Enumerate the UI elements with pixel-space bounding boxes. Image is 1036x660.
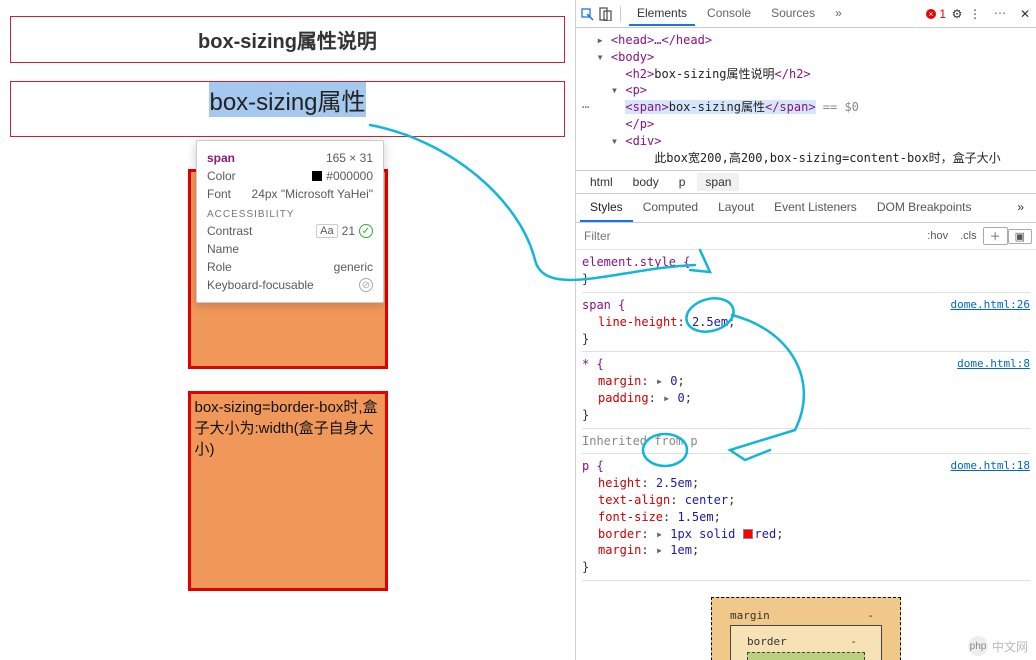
watermark: php 中文网 — [968, 636, 1028, 656]
tooltip-font-value: 24px "Microsoft YaHei" — [252, 187, 373, 201]
error-indicator[interactable]: × 1 — [925, 7, 946, 21]
new-style-button[interactable]: ＋ — [983, 227, 1008, 245]
tab-elements[interactable]: Elements — [629, 2, 695, 26]
tooltip-accessibility-heading: ACCESSIBILITY — [207, 209, 373, 220]
dom-breadcrumbs: html body p span — [576, 171, 1036, 194]
close-icon[interactable]: ✕ — [1018, 7, 1032, 21]
tooltip-contrast-label: Contrast — [207, 224, 252, 238]
subtab-layout[interactable]: Layout — [708, 194, 764, 222]
menu-icon[interactable]: ⋮ — [968, 7, 982, 21]
crumb-html[interactable]: html — [582, 173, 621, 191]
source-link-span[interactable]: dome.html:26 — [951, 297, 1030, 312]
gear-icon[interactable]: ⚙ — [950, 7, 964, 21]
device-icon[interactable] — [598, 7, 612, 21]
color-swatch — [312, 171, 322, 181]
pass-icon: ✓ — [359, 224, 373, 238]
more-icon[interactable]: ⋯ — [986, 2, 1014, 26]
tooltip-name-label: Name — [207, 242, 239, 256]
source-link-p[interactable]: dome.html:18 — [951, 458, 1030, 473]
selected-span[interactable]: box-sizing属性 — [209, 82, 365, 117]
style-element-selector: element.style { — [582, 255, 690, 269]
subtab-styles[interactable]: Styles — [580, 194, 633, 222]
inherited-label: Inherited from p — [582, 433, 1030, 450]
tab-more[interactable]: » — [827, 2, 850, 26]
style-panel-button[interactable]: ▣ — [1008, 229, 1032, 244]
crumb-span[interactable]: span — [697, 173, 739, 191]
tooltip-role-value: generic — [334, 260, 373, 274]
crumb-body[interactable]: body — [625, 173, 667, 191]
tooltip-color-value: #000000 — [326, 169, 373, 183]
tooltip-tag: span — [207, 151, 235, 165]
contrast-aa-badge: Aa — [316, 224, 337, 238]
contrast-value: 21 — [342, 224, 355, 238]
tooltip-color-label: Color — [207, 169, 236, 183]
error-count: 1 — [939, 7, 946, 21]
element-inspector-tooltip: span 165 × 31 Color #000000 Font 24px "M… — [196, 140, 384, 303]
cls-toggle[interactable]: .cls — [954, 230, 983, 242]
devtools-panel: Elements Console Sources » × 1 ⚙ ⋮ ⋯ ✕ ▸… — [575, 0, 1036, 660]
border-box-demo: box-sizing=border-box时,盒子大小为:width(盒子自身大… — [188, 391, 388, 591]
tab-console[interactable]: Console — [699, 2, 759, 26]
fail-icon: ⊘ — [359, 278, 373, 292]
tooltip-keyboard-focusable-label: Keyboard-focusable — [207, 278, 314, 292]
subtab-event-listeners[interactable]: Event Listeners — [764, 194, 867, 222]
subtab-dom-breakpoints[interactable]: DOM Breakpoints — [867, 194, 982, 222]
border-box-text: box-sizing=border-box时,盒子大小为:width(盒子自身大… — [195, 399, 378, 458]
paragraph-box: box-sizing属性 — [10, 81, 565, 137]
devtools-toolbar: Elements Console Sources » × 1 ⚙ ⋮ ⋯ ✕ — [576, 0, 1036, 28]
source-link-star[interactable]: dome.html:8 — [957, 356, 1030, 371]
box-model-diagram: margin- border- padding- auto × auto — [711, 597, 901, 660]
crumb-p[interactable]: p — [671, 173, 694, 191]
tooltip-dimensions: 165 × 31 — [326, 151, 373, 165]
inspect-icon[interactable] — [580, 7, 594, 21]
svg-text:×: × — [929, 9, 934, 19]
styles-pane[interactable]: element.style {} dome.html:26 span { lin… — [576, 250, 1036, 660]
tooltip-font-label: Font — [207, 187, 231, 201]
page-content: box-sizing属性说明 box-sizing属性 x box-sizing… — [0, 0, 575, 660]
tooltip-role-label: Role — [207, 260, 232, 274]
styles-subtabs: Styles Computed Layout Event Listeners D… — [576, 194, 1036, 223]
watermark-text: 中文网 — [992, 638, 1028, 655]
subtab-computed[interactable]: Computed — [633, 194, 708, 222]
watermark-logo-icon: php — [968, 636, 988, 656]
styles-filter-input[interactable] — [580, 225, 921, 247]
color-swatch-red — [743, 529, 753, 539]
dom-tree[interactable]: ▸ <head>…</head> ▾ <body> <h2>box-sizing… — [576, 28, 1036, 171]
hov-toggle[interactable]: :hov — [921, 230, 954, 242]
tab-sources[interactable]: Sources — [763, 2, 823, 26]
styles-filter-row: :hov .cls ＋ ▣ — [576, 223, 1036, 250]
page-heading: box-sizing属性说明 — [10, 16, 565, 63]
subtab-more[interactable]: » — [1009, 194, 1032, 222]
